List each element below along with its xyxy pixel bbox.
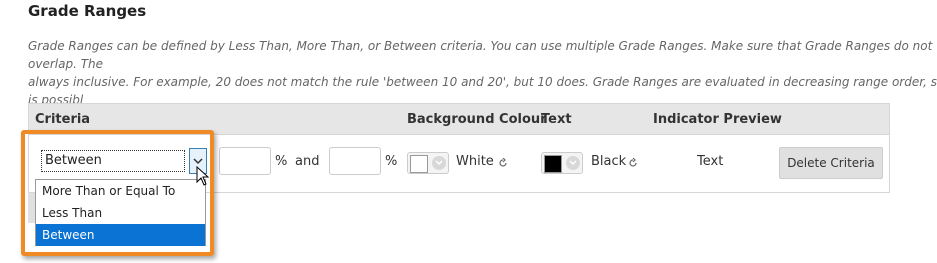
text-colour-name: Black — [591, 154, 627, 169]
highlight-frame — [21, 130, 214, 256]
chevron-down-icon — [566, 156, 580, 170]
refresh-icon[interactable] — [628, 158, 638, 168]
indicator-preview-header: Indicator Preview — [653, 112, 782, 127]
delete-criteria-button[interactable]: Delete Criteria — [779, 147, 883, 179]
background-colour-header: Background Colour — [407, 112, 547, 127]
range-to-unit: % — [385, 154, 398, 169]
indicator-preview-text: Text — [697, 154, 724, 169]
text-colour-picker[interactable] — [541, 152, 583, 174]
range-from-input[interactable] — [219, 147, 271, 175]
background-colour-picker[interactable] — [407, 152, 449, 174]
and-label: and — [295, 154, 320, 169]
background-colour-swatch — [410, 155, 428, 173]
text-colour-swatch — [544, 155, 562, 173]
section-title: Grade Ranges — [28, 2, 147, 20]
criteria-header: Criteria — [35, 112, 91, 127]
background-colour-name: White — [456, 154, 494, 169]
mouse-cursor-icon — [196, 166, 210, 186]
refresh-icon[interactable] — [498, 158, 508, 168]
text-colour-header: Text — [541, 112, 572, 127]
chevron-down-icon — [432, 156, 446, 170]
range-from-unit: % — [275, 154, 288, 169]
range-to-input[interactable] — [329, 147, 381, 175]
